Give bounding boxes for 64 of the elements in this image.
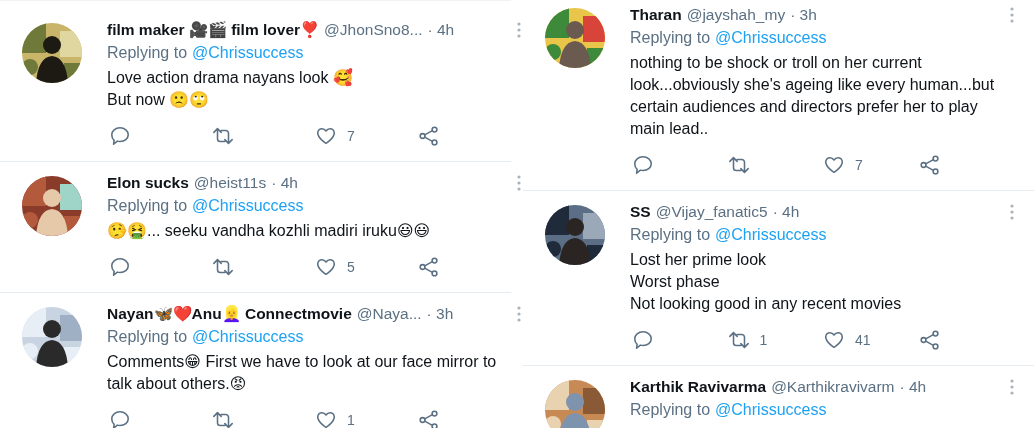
- user-handle[interactable]: @jayshah_my: [686, 4, 786, 26]
- tweet-text: Lost her prime look: [630, 250, 768, 270]
- mention-link[interactable]: @Chrissuccess: [715, 223, 827, 247]
- user-name[interactable]: Elon sucks: [107, 172, 189, 194]
- user-name[interactable]: Nayan🦋❤Anu👱‍♀ Connectmovie: [107, 303, 352, 325]
- like-icon[interactable]: [315, 125, 337, 147]
- timestamp: · 4h: [899, 377, 927, 397]
- tweet-text: Love action drama nayans look 🥰: [107, 67, 354, 89]
- user-name[interactable]: Tharan: [630, 4, 682, 26]
- tweet-text: Not looking good in any recent movies: [630, 294, 903, 314]
- replying-label: Replying to: [107, 43, 188, 63]
- timestamp: · 4h: [427, 20, 455, 40]
- user-handle[interactable]: @Naya...: [356, 303, 422, 325]
- user-handle[interactable]: @JhonSno8...: [324, 19, 423, 41]
- user-handle[interactable]: @Karthikravivarm: [771, 376, 895, 398]
- tweet-text: 🤥🤮... seeku vandha kozhli madiri iruku😃😃: [107, 221, 432, 241]
- retweet-count: 1: [759, 332, 768, 348]
- tweet-text: But now 🙁🙄: [107, 90, 211, 110]
- tweet-text: Comments😁 First we have to look at our face mirror to talk about others.😡: [107, 352, 498, 394]
- reply-icon[interactable]: [109, 256, 131, 278]
- tweet-text: Worst phase: [630, 272, 721, 292]
- timestamp: · 3h: [426, 304, 454, 324]
- user-name[interactable]: SS: [630, 201, 651, 223]
- like-count: 41: [855, 332, 871, 348]
- like-icon[interactable]: [823, 329, 845, 351]
- replying-label: Replying to: [630, 225, 711, 245]
- retweet-icon[interactable]: [212, 256, 234, 278]
- share-icon[interactable]: [418, 125, 440, 147]
- retweet-icon[interactable]: [727, 329, 750, 351]
- reply-icon[interactable]: [632, 329, 654, 351]
- retweet-icon[interactable]: [212, 409, 234, 428]
- mention-link[interactable]: @Chrissuccess: [192, 325, 304, 349]
- user-handle[interactable]: @heist11s: [193, 172, 267, 194]
- like-count: 5: [347, 259, 355, 275]
- timestamp: · 3h: [790, 5, 817, 25]
- like-icon[interactable]: [315, 256, 337, 278]
- like-icon[interactable]: [315, 409, 337, 428]
- like-count: 7: [855, 157, 863, 173]
- like-count: 1: [347, 412, 355, 428]
- like-count: 7: [347, 128, 355, 144]
- mention-link[interactable]: @Chrissuccess: [715, 26, 827, 50]
- replying-label: Replying to: [107, 327, 188, 347]
- replying-label: Replying to: [630, 28, 711, 48]
- retweet-icon[interactable]: [727, 154, 750, 176]
- mention-link[interactable]: @Chrissuccess: [192, 41, 304, 65]
- timestamp: · 4h: [772, 202, 800, 222]
- reply-icon[interactable]: [109, 125, 131, 147]
- share-icon[interactable]: [418, 256, 440, 278]
- timestamp: · 4h: [271, 173, 298, 193]
- share-icon[interactable]: [918, 329, 941, 351]
- replying-label: Replying to: [107, 196, 188, 216]
- replying-label: Replying to: [630, 400, 711, 420]
- mention-link[interactable]: @Chrissuccess: [192, 194, 304, 218]
- user-name[interactable]: Karthik Ravivarma: [630, 376, 767, 398]
- retweet-icon[interactable]: [212, 125, 234, 147]
- mention-link[interactable]: @Chrissuccess: [715, 398, 827, 422]
- tweet-text: nothing to be shock or troll on her current look...obviously she's ageing like every human...but certain audiences and directors prefer her to play main lead..: [630, 53, 996, 139]
- share-icon[interactable]: [918, 154, 941, 176]
- reply-icon[interactable]: [632, 154, 654, 176]
- share-icon[interactable]: [418, 409, 440, 428]
- user-handle[interactable]: @Vijay_fanatic5: [655, 201, 768, 223]
- like-icon[interactable]: [823, 154, 845, 176]
- reply-icon[interactable]: [109, 409, 131, 428]
- user-name[interactable]: film maker 🎥🎬 film lover❣: [107, 19, 320, 41]
